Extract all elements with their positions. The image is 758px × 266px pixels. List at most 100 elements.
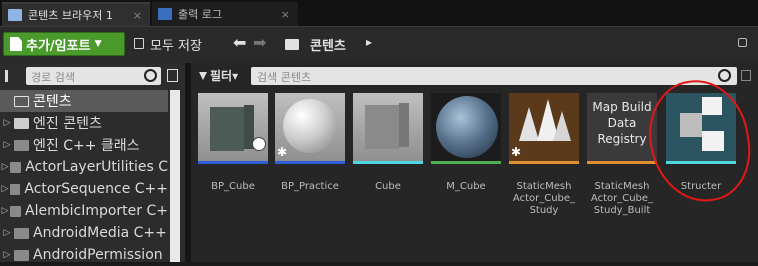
asset-search-input[interactable]: 검색 콘텐츠: [251, 67, 737, 85]
filter-label: 필터▾: [210, 69, 239, 83]
asset-label: StaticMesh Actor_Cube_ Study_Built: [590, 181, 654, 216]
filter-button[interactable]: 필터▾: [199, 67, 238, 85]
tree-item-plugin[interactable]: ▷ AndroidMedia C++: [0, 222, 168, 244]
search-icon: [144, 69, 157, 82]
sidebar-scrollbar[interactable]: [170, 90, 180, 262]
close-icon[interactable]: ×: [281, 8, 290, 21]
sources-panel: 경로 검색 콘텐츠 ▷ 엔진 콘텐츠 ▷ 엔진 C++ 클래스 ▷ ActorL…: [0, 63, 185, 263]
asset-type-bar: [431, 161, 501, 164]
asset-tile[interactable]: M_Cube: [431, 93, 501, 193]
asset-tile[interactable]: Map Build Data Registry StaticMesh Actor…: [587, 93, 657, 217]
path-search-input[interactable]: 경로 검색: [26, 67, 161, 85]
save-icon: [134, 38, 144, 49]
asset-tile[interactable]: BP_Cube: [198, 93, 268, 193]
asset-label: BP_Cube: [211, 181, 255, 192]
sphere-icon: [283, 99, 337, 153]
save-search-icon[interactable]: [741, 70, 751, 81]
asset-thumbnail: [198, 93, 268, 161]
save-all-button[interactable]: 모두 저장: [150, 35, 202, 54]
lock-icon[interactable]: [738, 38, 747, 47]
mesh-spike-icon: [553, 111, 571, 141]
add-import-button[interactable]: 추가/임포트 ▼: [3, 32, 125, 56]
add-import-label: 추가/임포트: [26, 38, 91, 54]
asset-thumbnail: [353, 93, 423, 161]
cube-icon: [365, 105, 399, 149]
asset-label: BP_Practice: [281, 181, 339, 192]
content-browser-tab-icon: [8, 9, 22, 21]
asset-search-placeholder: 검색 콘텐츠: [257, 71, 312, 84]
folder-icon: [14, 95, 29, 107]
code-folder-icon: [10, 161, 22, 173]
chevron-down-icon: ▼: [94, 39, 102, 49]
folder-icon: [285, 39, 299, 50]
expand-arrow-icon[interactable]: ▷: [0, 140, 14, 150]
tab-label: 출력 로그: [178, 8, 222, 21]
tab-bar: 콘텐츠 브라우저 1 × 출력 로그 ×: [0, 0, 758, 26]
path-search-placeholder: 경로 검색: [31, 71, 75, 84]
tree-item-label: ActorLayerUtilities C: [25, 159, 168, 175]
tree-item-label: 엔진 C++ 클래스: [33, 138, 140, 154]
tree-item-label: 콘텐츠: [33, 94, 72, 110]
output-log-tab-icon: [158, 8, 172, 20]
tree-item-label: AlembicImporter C+: [25, 203, 168, 219]
tree-item-label: 엔진 콘텐츠: [33, 116, 102, 132]
path-separator-icon[interactable]: ▸: [366, 35, 372, 49]
expand-arrow-icon[interactable]: ▷: [0, 162, 10, 172]
tab-label: 콘텐츠 브라우저 1: [28, 9, 113, 22]
tree-item-plugin[interactable]: ▷ AlembicImporter C+: [0, 200, 168, 222]
tab-content-browser[interactable]: 콘텐츠 브라우저 1 ×: [2, 2, 150, 26]
tree-item-label: AndroidMedia C++: [33, 225, 167, 241]
asset-tile[interactable]: Cube: [353, 93, 423, 193]
expand-arrow-icon[interactable]: ▷: [0, 118, 14, 128]
tree-item-label: ActorSequence C++: [24, 181, 168, 197]
expand-arrow-icon[interactable]: ▷: [0, 228, 14, 238]
asset-label: M_Cube: [446, 181, 486, 192]
tree-item-engine-cpp[interactable]: ▷ 엔진 C++ 클래스: [0, 134, 168, 156]
folder-icon: [14, 117, 29, 129]
search-icon: [718, 69, 731, 82]
mesh-spike-icon: [519, 107, 539, 141]
code-folder-icon: [9, 183, 21, 195]
asset-thumbnail: [431, 93, 501, 161]
star-icon: ✱: [277, 145, 288, 159]
filter-icon: [199, 72, 207, 80]
tree-item-label: AndroidPermission: [33, 247, 163, 263]
star-icon: ✱: [511, 145, 522, 159]
tree-item-plugin[interactable]: ▷ AndroidPermission: [0, 244, 168, 266]
thumbnail-text: Map Build Data Registry: [592, 100, 652, 146]
asset-label: StaticMesh Actor_Cube_ Study: [512, 181, 576, 216]
sources-toggle-icon[interactable]: [5, 70, 19, 82]
asset-thumbnail: Map Build Data Registry: [587, 93, 657, 161]
new-file-icon: [10, 37, 22, 51]
path-root-button[interactable]: 콘텐츠: [310, 35, 346, 54]
folder-tree: 콘텐츠 ▷ 엔진 콘텐츠 ▷ 엔진 C++ 클래스 ▷ ActorLayerUt…: [0, 90, 168, 266]
tree-item-plugin[interactable]: ▷ ActorSequence C++: [0, 178, 168, 200]
back-arrow-icon[interactable]: ⬅: [233, 33, 246, 52]
toolbar: 추가/임포트 ▼ 모두 저장 ⬅ ➡ 콘텐츠 ▸: [0, 26, 758, 63]
asset-label: Cube: [375, 181, 401, 192]
close-icon[interactable]: ×: [133, 9, 142, 22]
asset-type-bar: [587, 161, 657, 164]
asset-thumbnail: ✱: [509, 93, 579, 161]
tree-item-engine-content[interactable]: ▷ 엔진 콘텐츠: [0, 112, 168, 134]
asset-type-bar: [353, 161, 423, 164]
expand-arrow-icon[interactable]: ▷: [0, 250, 14, 260]
asset-type-bar: [275, 161, 345, 164]
asset-thumbnail: ✱: [275, 93, 345, 161]
expand-arrow-icon[interactable]: ▷: [0, 184, 10, 194]
tab-output-log[interactable]: 출력 로그 ×: [152, 2, 298, 26]
expand-arrow-icon[interactable]: ▷: [0, 206, 10, 216]
asset-tile[interactable]: ✱ BP_Practice: [275, 93, 345, 193]
code-folder-icon: [14, 139, 29, 151]
settings-icon[interactable]: [167, 69, 178, 82]
code-folder-icon: [14, 249, 29, 261]
asset-tile[interactable]: ✱ StaticMesh Actor_Cube_ Study: [509, 93, 579, 217]
code-folder-icon: [14, 227, 29, 239]
asset-type-bar: [198, 161, 268, 164]
sphere-icon: [252, 137, 266, 151]
tree-item-content[interactable]: 콘텐츠: [0, 90, 168, 112]
asset-type-bar: [509, 161, 579, 164]
tree-item-plugin[interactable]: ▷ ActorLayerUtilities C: [0, 156, 168, 178]
forward-arrow-icon[interactable]: ➡: [253, 33, 266, 52]
code-folder-icon: [10, 205, 22, 217]
